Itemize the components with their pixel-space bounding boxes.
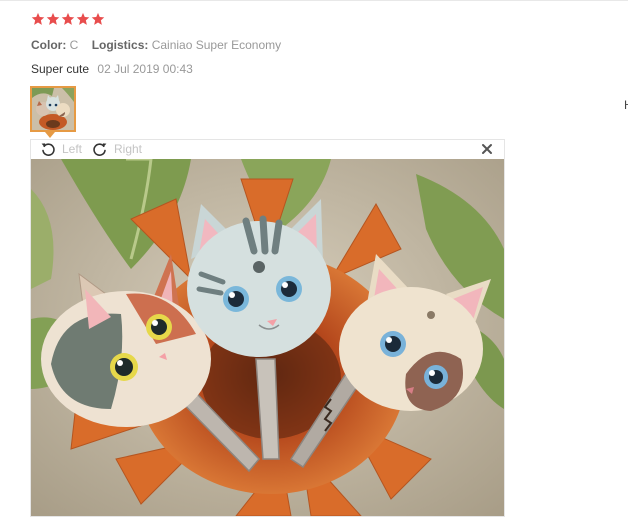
star-rating: [31, 12, 105, 26]
rotate-right-label: Right: [114, 142, 143, 156]
star-icon: [31, 12, 45, 25]
thumbnail-selected-caret: [45, 132, 55, 138]
color-label: Color:: [31, 38, 67, 52]
review-photo-thumbnail[interactable]: [30, 86, 76, 132]
logistics-value: Cainiao Super Economy: [151, 38, 282, 52]
close-icon: [482, 144, 492, 154]
star-icon: [46, 12, 60, 25]
review-body: Super cute 02 Jul 2019 00:43: [31, 61, 193, 77]
review-photo: [31, 159, 504, 516]
order-attributes: Color: C Logistics: Cainiao Super Econom…: [31, 37, 291, 53]
logistics-label: Logistics:: [91, 38, 149, 52]
rotate-left-button[interactable]: Left: [40, 141, 82, 157]
review-text: Super cute: [31, 62, 90, 76]
close-viewer-button[interactable]: [480, 142, 494, 156]
top-divider: [0, 0, 628, 1]
star-icon: [76, 12, 90, 25]
clipped-text: H: [624, 98, 628, 112]
grey-tabby-cat-cover: [187, 199, 331, 357]
cat-key-covers-image: [31, 159, 504, 516]
color-value: C: [69, 38, 79, 52]
star-icon: [91, 12, 105, 25]
star-icon: [61, 12, 75, 25]
rotate-left-label: Left: [62, 142, 83, 156]
rotate-left-icon: [41, 143, 55, 156]
review-date: 02 Jul 2019 00:43: [97, 62, 193, 76]
photo-viewer: Left Right: [30, 139, 505, 517]
rotate-right-icon: [93, 143, 107, 156]
viewer-toolbar: Left Right: [31, 140, 504, 159]
thumbnail-image: [32, 88, 74, 130]
rotate-right-button[interactable]: Right: [92, 141, 142, 157]
